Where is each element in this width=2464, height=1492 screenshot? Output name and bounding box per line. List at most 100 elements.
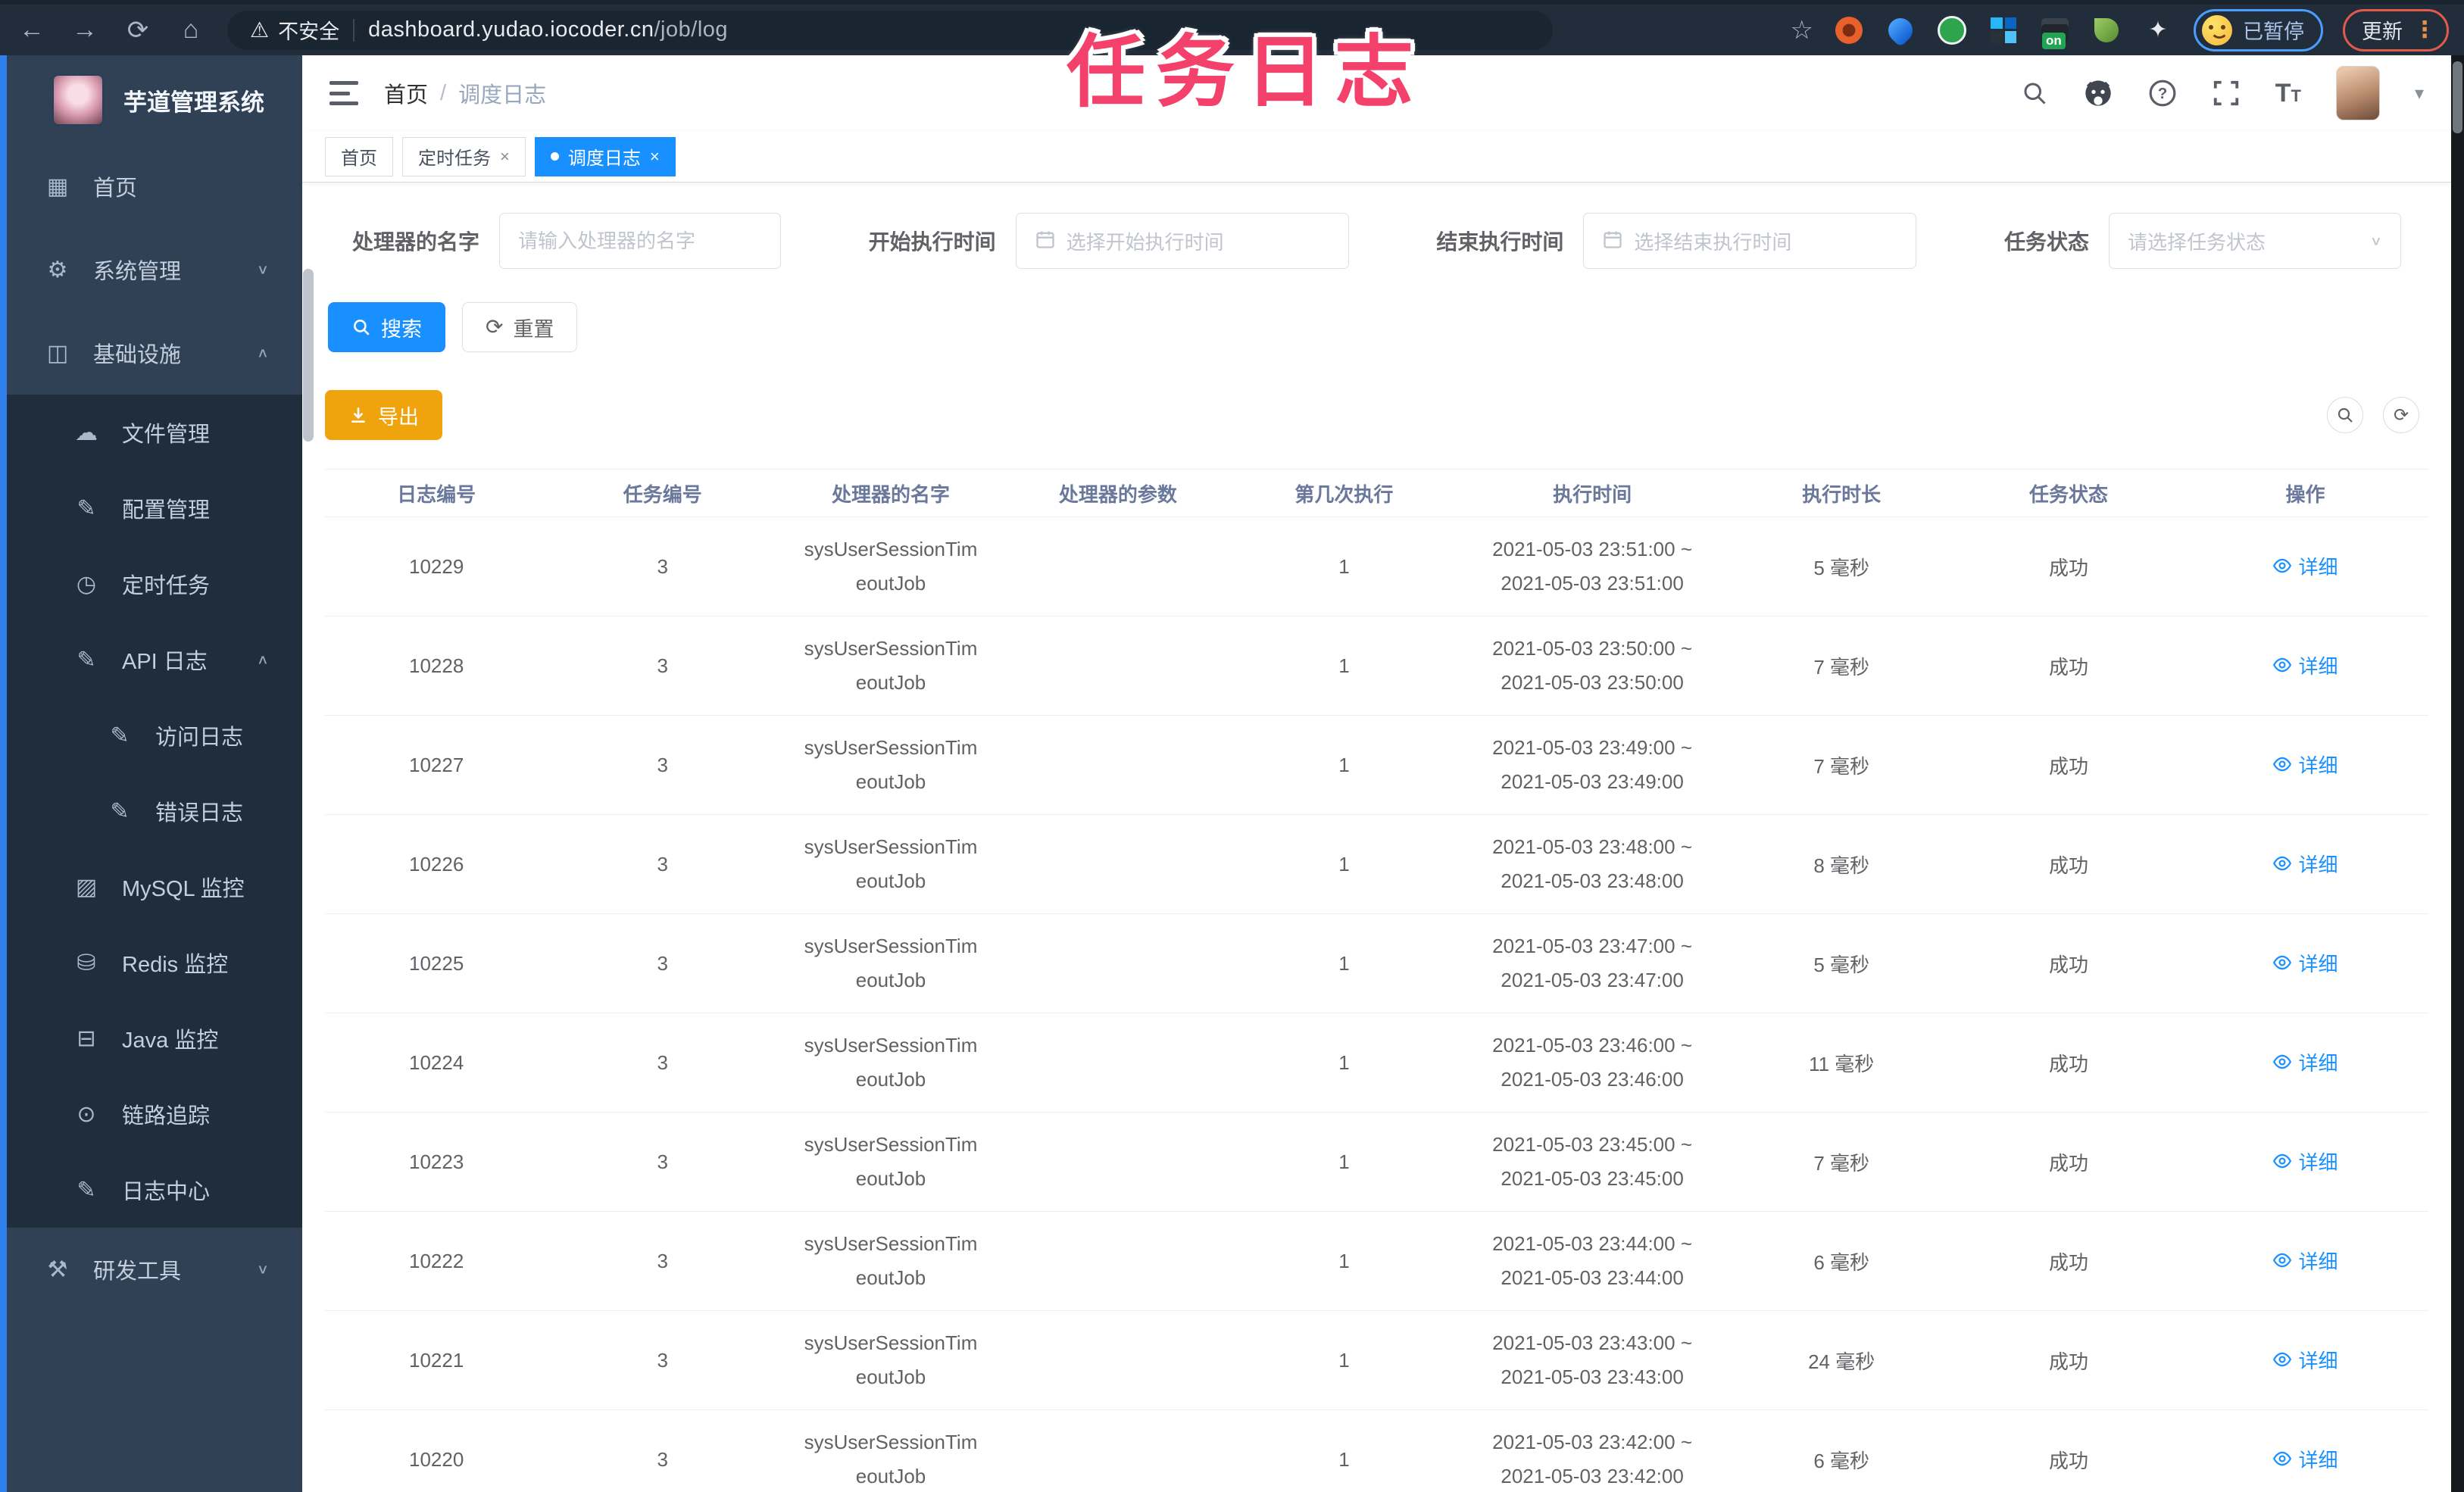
cell-log-id: 10227 bbox=[409, 753, 464, 776]
cell-execute-time: 2021-05-03 23:42:00 ~2021-05-03 23:42:00 bbox=[1492, 1431, 1693, 1487]
cell-execute-time: 2021-05-03 23:51:00 ~2021-05-03 23:51:00 bbox=[1492, 538, 1693, 595]
browser-profile-chip[interactable]: 已暂停 bbox=[2194, 8, 2323, 52]
sidebar-item-java-monitor[interactable]: ⊟ Java 监控 bbox=[7, 1000, 302, 1076]
cell-actions: 详细 bbox=[2182, 751, 2428, 780]
extension-grid-icon[interactable] bbox=[1988, 14, 2019, 46]
filter-actions: 搜索 ⟳ 重置 bbox=[325, 302, 2428, 352]
github-icon[interactable] bbox=[2083, 78, 2113, 108]
cell-duration: 11 毫秒 bbox=[1809, 1052, 1875, 1075]
detail-link[interactable]: 详细 bbox=[2272, 1445, 2338, 1473]
table-body: 10229 3 sysUserSessionTim eoutJob 1 2021-… bbox=[325, 517, 2428, 1492]
detail-link[interactable]: 详细 bbox=[2272, 1048, 2338, 1076]
toggle-search-button[interactable] bbox=[2327, 397, 2363, 433]
dashboard-icon: ▦ bbox=[46, 173, 69, 199]
browser-reload-icon[interactable]: ⟳ bbox=[121, 15, 155, 45]
sidebar-item-trace[interactable]: ⊙ 链路追踪 bbox=[7, 1076, 302, 1152]
browser-back-icon[interactable]: ← bbox=[15, 15, 48, 45]
warning-icon: ⚠ bbox=[250, 18, 270, 42]
sidebar-item-access-log[interactable]: ✎ 访问日志 bbox=[7, 698, 302, 773]
sidebar-item-config-mgmt[interactable]: ✎ 配置管理 bbox=[7, 470, 302, 546]
cell-job-id: 3 bbox=[657, 753, 668, 776]
cell-job-id: 3 bbox=[657, 1249, 668, 1272]
tab-scheduled-jobs[interactable]: 定时任务 × bbox=[402, 136, 526, 176]
cell-handler-name: sysUserSessionTim eoutJob bbox=[804, 1034, 978, 1091]
export-button[interactable]: 导出 bbox=[325, 390, 442, 440]
search-icon[interactable] bbox=[2021, 80, 2048, 107]
detail-link[interactable]: 详细 bbox=[2272, 1346, 2338, 1374]
sidebar-item-home[interactable]: ▦ 首页 bbox=[7, 145, 302, 228]
extension-green-circle-icon[interactable] bbox=[1936, 14, 1968, 46]
browser-update-button[interactable]: 更新 ⋮ bbox=[2343, 8, 2449, 52]
cell-duration: 7 毫秒 bbox=[1813, 1151, 1869, 1175]
bookmark-star-icon[interactable]: ☆ bbox=[1791, 15, 1813, 45]
detail-link[interactable]: 详细 bbox=[2272, 850, 2338, 878]
chart-icon: ▨ bbox=[75, 874, 98, 900]
end-time-picker[interactable]: 选择结束执行时间 bbox=[1583, 213, 1917, 269]
sidebar-item-dev-tools[interactable]: ⚒ 研发工具 ∨ bbox=[7, 1228, 302, 1311]
tab-home[interactable]: 首页 bbox=[325, 136, 393, 176]
page-scrollbar[interactable] bbox=[2451, 55, 2464, 1492]
page-content: 处理器的名字 开始执行时间 选择开始执行时间 结束执行时间 bbox=[302, 183, 2451, 1492]
gear-icon: ⚙ bbox=[47, 257, 68, 282]
chevron-up-icon: ∧ bbox=[256, 345, 269, 361]
hamburger-icon[interactable] bbox=[329, 81, 358, 105]
sidebar-item-mysql-monitor[interactable]: ▨ MySQL 监控 bbox=[7, 849, 302, 925]
extension-leaf-icon[interactable] bbox=[2091, 14, 2122, 46]
status-select[interactable]: 请选择任务状态 ∨ bbox=[2108, 213, 2401, 269]
detail-link[interactable]: 详细 bbox=[2272, 1147, 2338, 1175]
extensions-pin-icon[interactable]: ✦ bbox=[2142, 14, 2174, 46]
detail-link[interactable]: 详细 bbox=[2272, 949, 2338, 977]
breadcrumb-home[interactable]: 首页 bbox=[384, 77, 428, 109]
handler-name-input[interactable] bbox=[518, 229, 763, 253]
handler-name-label: 处理器的名字 bbox=[352, 230, 480, 254]
fullscreen-icon[interactable] bbox=[2212, 79, 2241, 108]
app-title: 芋道管理系统 bbox=[123, 89, 264, 116]
chevron-down-icon: ∨ bbox=[2369, 233, 2382, 248]
begin-time-picker[interactable]: 选择开始执行时间 bbox=[1015, 213, 1349, 269]
cell-execute-time: 2021-05-03 23:49:00 ~2021-05-03 23:49:00 bbox=[1492, 736, 1693, 793]
sidebar-item-scheduled-jobs[interactable]: ◷ 定时任务 bbox=[7, 546, 302, 622]
sidebar-item-redis-monitor[interactable]: ⛁ Redis 监控 bbox=[7, 925, 302, 1000]
column-header: 操作 bbox=[2285, 482, 2325, 506]
cell-execute-index: 1 bbox=[1338, 1050, 1350, 1074]
tab-job-log[interactable]: 调度日志 × bbox=[534, 136, 676, 176]
sidebar-item-api-log[interactable]: ✎ API 日志 ∧ bbox=[7, 622, 302, 698]
sidebar-logo[interactable]: 芋道管理系统 bbox=[7, 55, 302, 145]
table-row: 10222 3 sysUserSessionTim eoutJob 1 2021-… bbox=[325, 1212, 2428, 1311]
table-row: 10221 3 sysUserSessionTim eoutJob 1 2021-… bbox=[325, 1311, 2428, 1410]
detail-link[interactable]: 详细 bbox=[2272, 552, 2338, 580]
sidebar-item-system-mgmt[interactable]: ⚙ 系统管理 ∨ bbox=[7, 228, 302, 311]
sidebar-item-file-mgmt[interactable]: ☁ 文件管理 bbox=[7, 395, 302, 470]
reset-button[interactable]: ⟳ 重置 bbox=[462, 302, 578, 352]
extension-switch-on-icon[interactable]: on bbox=[2039, 14, 2071, 49]
refresh-icon: ⟳ bbox=[486, 315, 504, 339]
cell-actions: 详细 bbox=[2182, 1445, 2428, 1475]
sidebar-item-infrastructure[interactable]: ◫ 基础设施 ∧ bbox=[7, 311, 302, 395]
extension-pin-blue-icon[interactable] bbox=[1883, 12, 1918, 48]
caret-down-icon[interactable]: ▾ bbox=[2415, 83, 2424, 105]
detail-link[interactable]: 详细 bbox=[2272, 751, 2338, 779]
browser-home-icon[interactable]: ⌂ bbox=[174, 15, 208, 45]
scrollbar-thumb[interactable] bbox=[2453, 61, 2462, 133]
logo-avatar bbox=[52, 74, 104, 126]
font-size-icon[interactable]: TT bbox=[2275, 79, 2301, 108]
close-icon[interactable]: × bbox=[650, 147, 660, 167]
security-warning[interactable]: ⚠ 不安全 bbox=[250, 15, 339, 45]
help-icon[interactable]: ? bbox=[2148, 79, 2177, 108]
refresh-table-button[interactable]: ⟳ bbox=[2383, 397, 2419, 433]
sidebar-item-log-center[interactable]: ✎ 日志中心 bbox=[7, 1152, 302, 1228]
close-icon[interactable]: × bbox=[500, 147, 510, 167]
extension-adblock-icon[interactable] bbox=[1833, 14, 1865, 46]
sidebar-scrollbar-thumb[interactable] bbox=[303, 269, 314, 442]
sidebar-item-error-log[interactable]: ✎ 错误日志 bbox=[7, 773, 302, 849]
detail-link[interactable]: 详细 bbox=[2272, 1247, 2338, 1275]
cell-job-id: 3 bbox=[657, 1150, 668, 1173]
browser-forward-icon[interactable]: → bbox=[68, 15, 101, 45]
search-button[interactable]: 搜索 bbox=[328, 302, 445, 352]
column-header: 任务状态 bbox=[2029, 482, 2109, 506]
database-icon: ⛁ bbox=[77, 950, 96, 975]
user-avatar[interactable] bbox=[2335, 66, 2380, 120]
browser-menu-kebab-icon[interactable]: ⋮ bbox=[2413, 17, 2436, 43]
detail-link[interactable]: 详细 bbox=[2272, 651, 2338, 679]
table-header: 日志编号 任务编号 处理器的名字 处理器的参数 第几次执行 执行时间 执行时长 … bbox=[325, 469, 2428, 517]
